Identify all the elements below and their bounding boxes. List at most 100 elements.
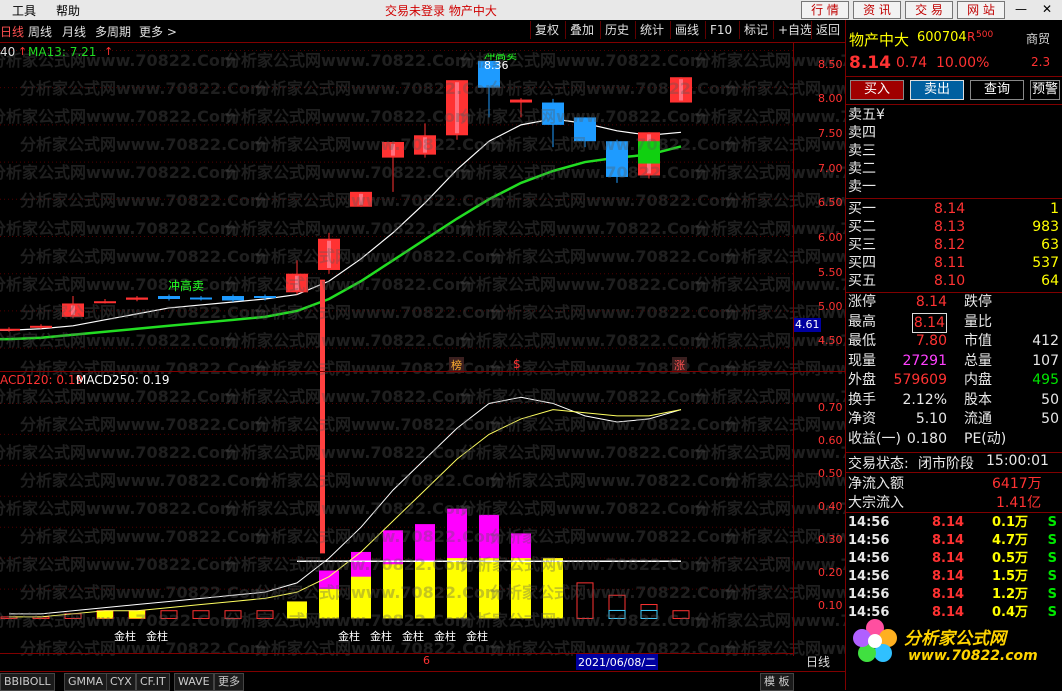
bar-label: 金柱 xyxy=(466,630,488,643)
query-button[interactable]: 查询 xyxy=(970,80,1024,100)
watermark-text: 分析家公式网www.70822.Com xyxy=(20,303,267,322)
watermark-text: 分析家公式网www.70822.Com xyxy=(460,163,707,182)
watermark-text: 分析家公式网www.70822.Com xyxy=(490,247,737,266)
watermark-text: 分析家公式网www.70822.Com xyxy=(460,443,707,462)
panel-divider xyxy=(0,371,845,372)
tab-gmma[interactable]: GMMA xyxy=(64,673,108,691)
price-tick: 8.00 xyxy=(818,92,843,105)
tick-row[interactable]: 14:56 8.14 4.7万 S xyxy=(848,532,1061,550)
trade-status: 闭市阶段 xyxy=(918,456,974,472)
period-more-tab[interactable]: 更多 > xyxy=(139,23,177,40)
tab-bbiboll[interactable]: BBIBOLL xyxy=(0,673,55,691)
dollar-marker-icon[interactable]: $ xyxy=(513,357,521,371)
draw-button[interactable]: 画线 xyxy=(670,21,703,39)
sell-level[interactable]: 卖一 xyxy=(848,178,876,196)
chart-area[interactable]: 分析家公式网www.70822.Com 分析家公式网www.70822.Com 分析… xyxy=(0,43,972,683)
menu-help[interactable]: 帮助 xyxy=(56,2,80,19)
overlay-button[interactable]: 叠加 xyxy=(565,21,598,39)
price-axis: 8.50 8.00 7.50 7.00 6.50 6.00 5.50 5.00 … xyxy=(793,43,846,373)
watermark-text: 分析家公式网www.70822.Com xyxy=(225,331,472,350)
tab-cyx[interactable]: CYX xyxy=(106,673,136,691)
watermark-text: 分析家公式网www.70822.Com xyxy=(490,583,737,602)
watermark-text: 分析家公式网www.70822.Com xyxy=(255,135,502,154)
tick-row[interactable]: 14:56 8.14 0.1万 S xyxy=(848,514,1061,532)
nav-quotes-button[interactable]: 行 情 xyxy=(801,1,849,19)
bar-label: 金柱 xyxy=(114,630,136,643)
sell-level[interactable]: 卖四 xyxy=(848,124,876,142)
sell-level[interactable]: 卖三 xyxy=(848,142,876,160)
buy-level[interactable]: 买三 8.12 63 xyxy=(848,236,1061,254)
price-tick: 7.50 xyxy=(818,127,843,140)
macd-tick: 0.30 xyxy=(818,533,843,546)
period-week-tab[interactable]: 周线 xyxy=(28,23,52,40)
watermark-text: 分析家公式网www.70822.Com xyxy=(490,135,737,154)
trade-status-label: 交易状态: xyxy=(848,456,909,472)
separator xyxy=(846,198,1062,199)
watermark-text: 分析家公式网www.70822.Com xyxy=(460,555,707,574)
block-inflow-label: 大宗流入 xyxy=(848,495,904,511)
tick-row[interactable]: 14:56 8.14 1.2万 S xyxy=(848,586,1061,604)
watermark-text: 分析家公式网www.70822.Com xyxy=(225,443,472,462)
watermark-text: 分析家公式网www.70822.Com xyxy=(225,275,472,294)
alert-button[interactable]: 预警 xyxy=(1030,80,1060,100)
bar-label: 金柱 xyxy=(434,630,456,643)
menu-tools[interactable]: 工具 xyxy=(12,2,36,19)
minimize-icon[interactable]: — xyxy=(1012,1,1030,17)
period-day-tab[interactable]: 日线 xyxy=(0,23,24,40)
nav-trade-button[interactable]: 交 易 xyxy=(905,1,953,19)
stat-row: 涨停 8.14 跌停 xyxy=(848,294,992,310)
f10-button[interactable]: F10 xyxy=(705,21,736,39)
buy-level[interactable]: 买一 8.14 1 xyxy=(848,200,1061,218)
macd-tick: 0.20 xyxy=(818,566,843,579)
bar-label: 金柱 xyxy=(402,630,424,643)
sell-button[interactable]: 卖出 xyxy=(910,80,964,100)
period-day-label[interactable]: 日线 xyxy=(806,653,830,670)
close-icon[interactable]: ✕ xyxy=(1038,1,1056,17)
separator xyxy=(846,76,1062,77)
price-tick: 5.00 xyxy=(818,300,843,313)
stats-button[interactable]: 统计 xyxy=(635,21,668,39)
stat-row: 最低 7.80 市值 412 xyxy=(848,333,1059,349)
tab-cfit[interactable]: CF.IT xyxy=(136,673,170,691)
watermark-text: 分析家公式网www.70822.Com xyxy=(255,527,502,546)
sell-level[interactable]: 卖五¥ xyxy=(848,106,885,124)
buy-level[interactable]: 买二 8.13 983 xyxy=(848,218,1061,236)
rzrq-flag: R xyxy=(967,30,976,44)
stock-name: 物产中大 xyxy=(849,31,910,49)
adjust-button[interactable]: 复权 xyxy=(530,21,563,39)
period-month-tab[interactable]: 月线 xyxy=(62,23,86,40)
macd-tick: 0.50 xyxy=(818,467,843,480)
tick-row[interactable]: 14:56 8.14 0.5万 S xyxy=(848,550,1061,568)
buy-level[interactable]: 买五 8.10 64 xyxy=(848,272,1061,290)
watermark-text: 分析家公式网www.70822.Com xyxy=(20,583,267,602)
buy-level[interactable]: 买四 8.11 537 xyxy=(848,254,1061,272)
watermark-text: 分析家公式网www.70822.Com xyxy=(225,387,472,406)
stat-row: 外盘 579609 内盘 495 xyxy=(848,372,1059,388)
watermark-text: 分析家公式网www.70822.Com xyxy=(460,107,707,126)
nav-website-button[interactable]: 网 站 xyxy=(957,1,1005,19)
tab-more[interactable]: 更多 xyxy=(214,673,244,691)
sector-label[interactable]: 商贸 xyxy=(1026,30,1050,47)
add-favorite-button[interactable]: +自选 xyxy=(773,21,816,39)
history-button[interactable]: 历史 xyxy=(600,21,633,39)
separator xyxy=(846,512,1062,513)
bar-label: 金柱 xyxy=(146,630,168,643)
watermark-text: 分析家公式网www.70822.Com xyxy=(20,471,267,490)
mark-button[interactable]: 标记 xyxy=(739,21,772,39)
watermark-text: 分析家公式网www.70822.Com xyxy=(225,499,472,518)
template-tab[interactable]: 模 板 xyxy=(760,673,794,691)
tick-row[interactable]: 14:56 8.14 1.5万 S xyxy=(848,568,1061,586)
sell-level[interactable]: 卖二 xyxy=(848,160,876,178)
login-status: 交易未登录 物产中大 xyxy=(385,4,497,18)
macd-tick: 0.10 xyxy=(818,599,843,612)
watermark-text: 分析家公式网www.70822.Com xyxy=(0,555,237,574)
buy-button[interactable]: 买入 xyxy=(850,80,904,100)
tab-wave[interactable]: WAVE xyxy=(174,673,214,691)
back-button[interactable]: 返回 xyxy=(811,21,844,39)
trade-time: 15:00:01 xyxy=(986,453,1049,469)
period-multi-tab[interactable]: 多周期 xyxy=(95,23,131,40)
ma13-label: MA13: 7.21 xyxy=(28,45,97,59)
nav-news-button[interactable]: 资 讯 xyxy=(853,1,901,19)
price-tick: 6.50 xyxy=(818,196,843,209)
candle-body xyxy=(254,296,276,299)
